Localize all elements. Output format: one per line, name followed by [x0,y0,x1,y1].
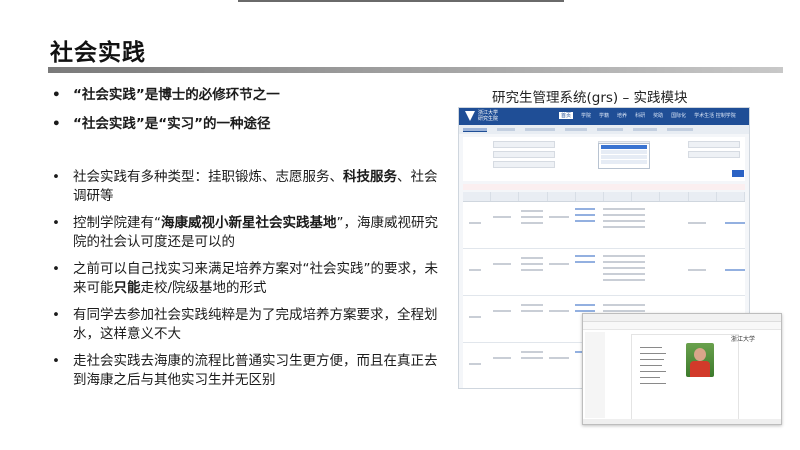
type-dropdown[interactable] [598,143,650,169]
grs-tab[interactable] [633,128,657,131]
bullet-highlight: 海康威视小新星社会实践基地 [161,215,337,231]
system-caption: 研究生管理系统(grs) – 实践模块 [492,90,688,106]
grs-tab[interactable] [667,128,693,131]
title-underline-bar [48,67,783,73]
bullet-highlight: 只能 [113,280,141,296]
bullet-dot: • [52,116,61,132]
grs-nav-item[interactable]: 首页 [559,112,574,119]
slide-title: 社会实践 [50,40,146,66]
doc-sidebar[interactable] [585,332,605,418]
grs-tab[interactable] [463,127,487,132]
grs-nav-item[interactable]: 学籍 [599,112,609,119]
doc-ribbon[interactable] [583,322,781,330]
dropdown-option[interactable] [601,150,647,154]
bullet-main-1: • 社会实践有多种类型：挂职锻炼、志愿服务、科技服务、社会调研等 [52,168,447,206]
bullet-text-tail: 走校/院级基地的形式 [140,280,267,296]
bullet-dot: • [52,215,60,231]
form-field[interactable] [688,141,740,148]
form-field[interactable] [493,151,555,158]
bullet-dot: • [52,169,60,185]
grs-nav: 首页 学院 学籍 培养 科研 奖助 国际化 学术生活 控制学院 [559,112,736,119]
bullet-main-5: • 走社会实践去海康的流程比普通实习生更方便，而且在真正去到海康之后与其他实习生… [52,352,447,390]
table-row[interactable] [463,202,745,249]
person-photo-icon [686,343,714,377]
bullet-dot: • [52,87,61,103]
grs-user[interactable]: 学术生活 控制学院 [694,112,736,119]
bullet-dot: • [52,307,60,323]
grs-tab[interactable] [497,128,515,131]
bullet-main-3: • 之前可以自己找实习来满足培养方案对“社会实践”的要求，未来可能只能走校/院级… [52,260,447,298]
bullet-list: • “社会实践”是博士的必修环节之一 • “社会实践”是“实习”的一种途径 • … [52,86,447,390]
top-edge-mark [238,0,564,2]
bullet-text: 控制学院建有“ [73,215,161,231]
grs-nav-item[interactable]: 学院 [581,112,591,119]
bullet-text: 有同学去参加社会实践纯粹是为了完成培养方案要求，全程划水，这样意义不大 [73,307,438,342]
grs-tab[interactable] [525,128,555,131]
bullet-top-1: • “社会实践”是博士的必修环节之一 [52,86,447,105]
grs-header: 浙江大学 研究生院 首页 学院 学籍 培养 科研 奖助 国际化 学术生活 控制学… [459,108,749,125]
bullet-main-2: • 控制学院建有“海康威视小新星社会实践基地”，海康威视研究院的社会认可度还是可… [52,214,447,252]
form-field[interactable] [688,151,740,158]
grs-search-button[interactable] [732,170,744,177]
grs-filter-form [463,137,745,181]
doc-statusbar [583,419,781,424]
grs-nav-item[interactable]: 奖助 [653,112,663,119]
doc-toolbar[interactable] [583,314,781,322]
bullet-highlight: 科技服务 [343,169,397,185]
grs-tabs [459,125,749,134]
bullet-top-2: • “社会实践”是“实习”的一种途径 [52,115,447,134]
grs-tab[interactable] [597,128,623,131]
bullet-text: 社会实践有多种类型：挂职锻炼、志愿服务、 [73,169,343,185]
university-logo-icon [465,111,475,121]
dropdown-option[interactable] [601,145,647,149]
bullet-dot: • [52,261,60,277]
grs-nav-item[interactable]: 科研 [635,112,645,119]
logo-line-2: 研究生院 [478,116,499,122]
bullet-text: 走社会实践去海康的流程比普通实习生更方便，而且在真正去到海康之后与其他实习生并无… [73,353,438,388]
table-header [463,192,746,202]
grs-notice-bar [463,184,745,190]
bullet-text: “社会实践”是博士的必修环节之一 [73,87,280,103]
bullet-main-4: • 有同学去参加社会实践纯粹是为了完成培养方案要求，全程划水，这样意义不大 [52,306,447,344]
bullet-text: “社会实践”是“实习”的一种途径 [73,116,271,132]
grs-nav-item[interactable]: 国际化 [671,112,686,119]
bullet-dot: • [52,353,60,369]
form-field[interactable] [493,161,555,168]
certificate-brand: 浙江大学 [731,336,756,343]
table-row[interactable] [463,249,745,296]
grs-tab[interactable] [565,128,587,131]
dropdown-option[interactable] [601,160,647,164]
certificate-window: 浙江大学 [582,313,782,425]
dropdown-option[interactable] [601,155,647,159]
certificate-page [631,334,739,420]
grs-logo-text: 浙江大学 研究生院 [478,110,498,122]
grs-nav-item[interactable]: 培养 [617,112,627,119]
form-field[interactable] [493,141,555,148]
